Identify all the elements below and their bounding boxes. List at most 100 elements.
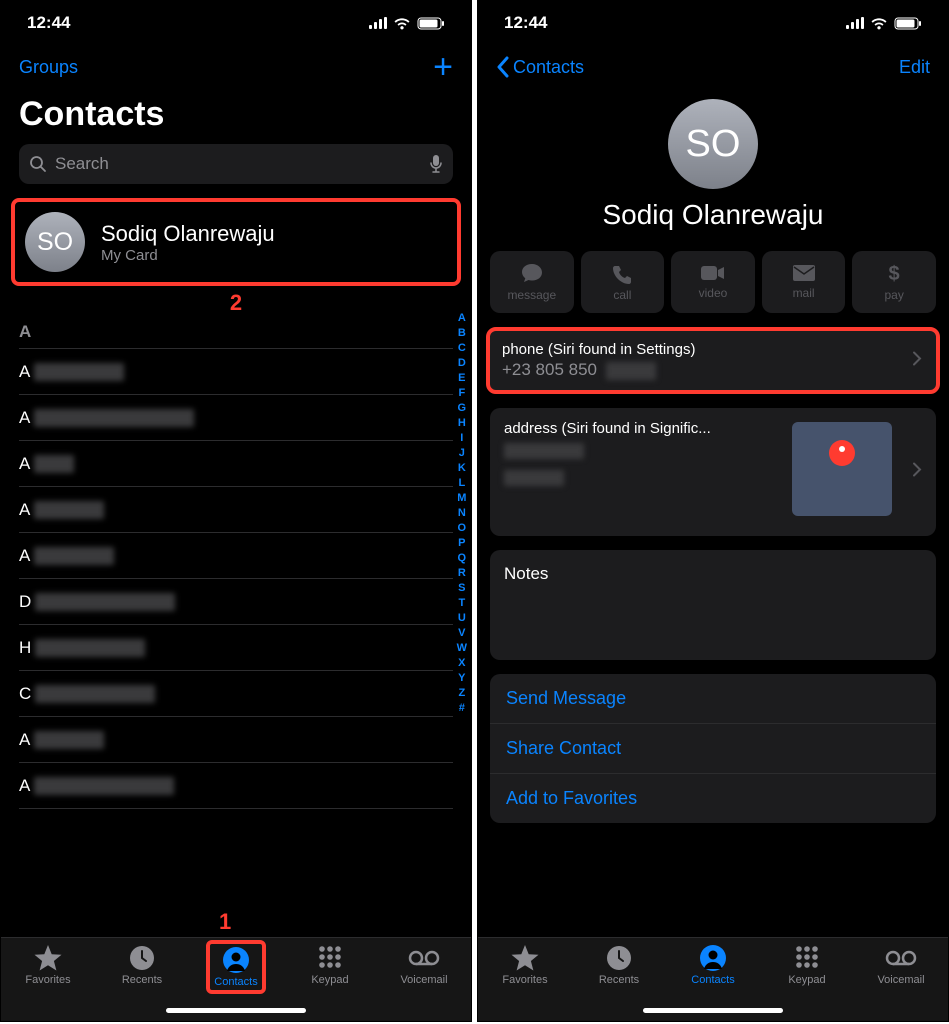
index-letter[interactable]: # bbox=[457, 701, 467, 716]
status-icons bbox=[369, 17, 445, 30]
clock-icon bbox=[605, 944, 633, 972]
annotation-2: 2 bbox=[1, 290, 471, 316]
search-placeholder: Search bbox=[55, 154, 429, 174]
page-title: Contacts bbox=[1, 89, 471, 144]
message-button[interactable]: message bbox=[490, 251, 574, 313]
index-letter[interactable]: G bbox=[457, 401, 467, 416]
status-bar: 12:44 bbox=[1, 1, 471, 45]
index-letter[interactable]: M bbox=[457, 491, 467, 506]
tab-voicemail[interactable]: Voicemail bbox=[865, 944, 937, 1021]
address-row[interactable]: address (Siri found in Signific... bbox=[490, 408, 936, 536]
index-letter[interactable]: A bbox=[457, 311, 467, 326]
contact-row[interactable]: C bbox=[19, 671, 453, 717]
voicemail-icon bbox=[884, 944, 918, 972]
share-contact-link[interactable]: Share Contact bbox=[490, 724, 936, 774]
index-letter[interactable]: W bbox=[457, 641, 467, 656]
voicemail-icon bbox=[407, 944, 441, 972]
phone-row[interactable]: phone (Siri found in Settings) +23 805 8… bbox=[486, 327, 940, 394]
search-icon bbox=[29, 155, 47, 173]
index-letter[interactable]: O bbox=[457, 521, 467, 536]
back-button[interactable]: Contacts bbox=[496, 56, 584, 78]
map-pin-icon bbox=[829, 440, 855, 466]
index-letter[interactable]: N bbox=[457, 506, 467, 521]
video-button[interactable]: video bbox=[671, 251, 755, 313]
pay-button[interactable]: $ pay bbox=[852, 251, 936, 313]
tab-bar: Favorites Recents Contacts Keypad Voicem… bbox=[1, 937, 471, 1021]
my-card-avatar: SO bbox=[25, 212, 85, 272]
tab-favorites[interactable]: Favorites bbox=[12, 944, 84, 1021]
index-letter[interactable]: J bbox=[457, 446, 467, 461]
home-indicator[interactable] bbox=[643, 1008, 783, 1013]
tab-voicemail[interactable]: Voicemail bbox=[388, 944, 460, 1021]
mic-icon[interactable] bbox=[429, 154, 443, 174]
mail-icon bbox=[792, 264, 816, 282]
index-letter[interactable]: T bbox=[457, 596, 467, 611]
call-button[interactable]: call bbox=[581, 251, 665, 313]
edit-button[interactable]: Edit bbox=[899, 57, 930, 78]
index-letter[interactable]: V bbox=[457, 626, 467, 641]
chevron-right-icon bbox=[912, 350, 922, 371]
status-time: 12:44 bbox=[504, 13, 547, 33]
send-message-link[interactable]: Send Message bbox=[490, 674, 936, 724]
cellular-signal-icon bbox=[369, 17, 387, 29]
index-letter[interactable]: Y bbox=[457, 671, 467, 686]
index-letter[interactable]: H bbox=[457, 416, 467, 431]
battery-icon bbox=[894, 17, 922, 30]
section-header: A bbox=[19, 316, 453, 349]
search-field[interactable]: Search bbox=[19, 144, 453, 184]
add-contact-button[interactable]: + bbox=[433, 50, 453, 84]
index-letter[interactable]: D bbox=[457, 356, 467, 371]
contacts-list-screen: 12:44 Groups + Contacts Search SO Sodiq … bbox=[0, 0, 472, 1022]
contact-row[interactable]: A bbox=[19, 487, 453, 533]
status-time: 12:44 bbox=[27, 13, 70, 33]
home-indicator[interactable] bbox=[166, 1008, 306, 1013]
index-letter[interactable]: X bbox=[457, 656, 467, 671]
phone-value: +23 805 850 bbox=[502, 360, 924, 380]
mail-button[interactable]: mail bbox=[762, 251, 846, 313]
clock-icon bbox=[128, 944, 156, 972]
contact-row[interactable]: H bbox=[19, 625, 453, 671]
status-icons bbox=[846, 17, 922, 30]
index-letter[interactable]: B bbox=[457, 326, 467, 341]
index-letter[interactable]: K bbox=[457, 461, 467, 476]
my-card-sub: My Card bbox=[101, 247, 275, 264]
tab-favorites[interactable]: Favorites bbox=[489, 944, 561, 1021]
person-icon bbox=[222, 946, 250, 974]
add-to-favorites-link[interactable]: Add to Favorites bbox=[490, 774, 936, 823]
index-letter[interactable]: F bbox=[457, 386, 467, 401]
actions-card: Send Message Share Contact Add to Favori… bbox=[490, 674, 936, 823]
action-buttons: message call video mail $ pay bbox=[478, 251, 948, 313]
index-letter[interactable]: E bbox=[457, 371, 467, 386]
index-letter[interactable]: I bbox=[457, 431, 467, 446]
index-letter[interactable]: U bbox=[457, 611, 467, 626]
index-letter[interactable]: C bbox=[457, 341, 467, 356]
tab-bar: Favorites Recents Contacts Keypad Voicem… bbox=[478, 937, 948, 1021]
map-thumbnail bbox=[792, 422, 892, 516]
index-letter[interactable]: Q bbox=[457, 551, 467, 566]
index-letter[interactable]: P bbox=[457, 536, 467, 551]
index-letter[interactable]: Z bbox=[457, 686, 467, 701]
index-letter[interactable]: R bbox=[457, 566, 467, 581]
phone-icon bbox=[611, 262, 633, 284]
contacts-list: A A A A A A D H C A A bbox=[1, 316, 471, 809]
contact-row[interactable]: A bbox=[19, 349, 453, 395]
message-icon bbox=[520, 262, 544, 284]
chevron-left-icon bbox=[496, 56, 509, 78]
alpha-index[interactable]: ABCDEFGHIJKLMNOPQRSTUVWXYZ# bbox=[457, 311, 467, 716]
video-icon bbox=[700, 264, 726, 282]
notes-field[interactable]: Notes bbox=[490, 550, 936, 660]
contact-row[interactable]: A bbox=[19, 441, 453, 487]
contact-row[interactable]: A bbox=[19, 717, 453, 763]
contact-row[interactable]: D bbox=[19, 579, 453, 625]
index-letter[interactable]: S bbox=[457, 581, 467, 596]
keypad-icon bbox=[316, 944, 344, 972]
groups-button[interactable]: Groups bbox=[19, 57, 78, 78]
contact-row[interactable]: A bbox=[19, 395, 453, 441]
my-card-row[interactable]: SO Sodiq Olanrewaju My Card bbox=[11, 198, 461, 286]
wifi-icon bbox=[393, 17, 411, 30]
battery-icon bbox=[417, 17, 445, 30]
contact-row[interactable]: A bbox=[19, 763, 453, 809]
contact-detail-screen: 12:44 Contacts Edit SO Sodiq Olanrewaju … bbox=[477, 0, 949, 1022]
index-letter[interactable]: L bbox=[457, 476, 467, 491]
contact-row[interactable]: A bbox=[19, 533, 453, 579]
